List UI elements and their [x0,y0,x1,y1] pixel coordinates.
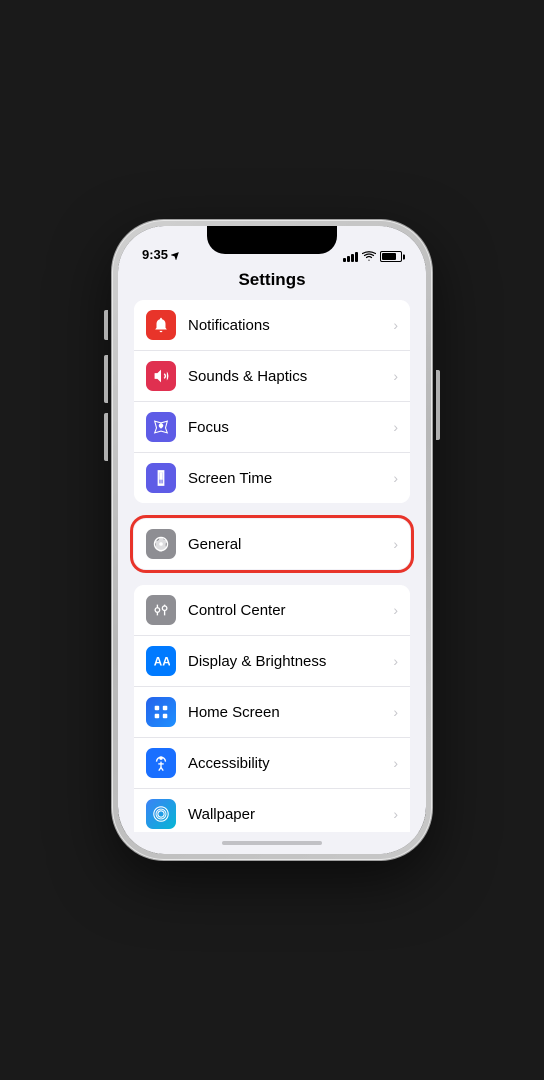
phone-frame: 9:35 [112,220,432,860]
settings-item-accessibility[interactable]: Accessibility › [134,738,410,789]
settings-group-3: Control Center › AA Display & Brightness… [134,585,410,832]
wifi-icon [362,251,376,262]
sounds-icon [146,361,176,391]
focus-label: Focus [188,419,393,436]
settings-item-focus[interactable]: Focus › [134,402,410,453]
settings-item-wallpaper[interactable]: Wallpaper › [134,789,410,832]
power-button[interactable] [436,370,440,440]
status-icons [343,251,402,262]
volume-down-button[interactable] [104,413,108,461]
notifications-label: Notifications [188,317,393,334]
accessibility-icon [146,748,176,778]
control-center-icon [146,595,176,625]
status-time: 9:35 [142,247,168,262]
screen-time-chevron-icon: › [393,470,398,486]
notch [207,226,337,254]
home-bar [222,841,322,845]
page-title: Settings [118,266,426,300]
general-label: General [188,536,393,553]
home-screen-chevron-icon: › [393,704,398,720]
phone-screen: 9:35 [118,226,426,854]
display-brightness-icon: AA [146,646,176,676]
settings-group-1: Notifications › Sounds & Haptics › [134,300,410,503]
settings-item-sounds[interactable]: Sounds & Haptics › [134,351,410,402]
wallpaper-chevron-icon: › [393,806,398,822]
notifications-chevron-icon: › [393,317,398,333]
control-center-label: Control Center [188,602,393,619]
display-label: Display & Brightness [188,653,393,670]
home-screen-icon [146,697,176,727]
general-icon [146,529,176,559]
notifications-icon [146,310,176,340]
display-chevron-icon: › [393,653,398,669]
focus-icon [146,412,176,442]
settings-item-general[interactable]: General › [134,519,410,569]
home-indicator [118,832,426,854]
screen-time-icon [146,463,176,493]
settings-item-control-center[interactable]: Control Center › [134,585,410,636]
control-center-chevron-icon: › [393,602,398,618]
volume-up-button[interactable] [104,355,108,403]
settings-item-display[interactable]: AA Display & Brightness › [134,636,410,687]
accessibility-chevron-icon: › [393,755,398,771]
sounds-label: Sounds & Haptics [188,368,393,385]
location-arrow-icon [171,250,181,260]
svg-text:AA: AA [154,656,170,669]
sounds-chevron-icon: › [393,368,398,384]
settings-item-notifications[interactable]: Notifications › [134,300,410,351]
general-chevron-icon: › [393,536,398,552]
mute-button[interactable] [104,310,108,340]
settings-group-general: General › [134,519,410,569]
battery-status-icon [380,251,402,262]
settings-list[interactable]: Notifications › Sounds & Haptics › [118,300,426,832]
focus-chevron-icon: › [393,419,398,435]
wallpaper-icon [146,799,176,829]
screen-content: 9:35 [118,226,426,854]
accessibility-label: Accessibility [188,755,393,772]
signal-bars-icon [343,252,358,262]
settings-item-home-screen[interactable]: Home Screen › [134,687,410,738]
wallpaper-label: Wallpaper [188,806,393,823]
home-screen-label: Home Screen [188,704,393,721]
screen-time-label: Screen Time [188,470,393,487]
settings-item-screen-time[interactable]: Screen Time › [134,453,410,503]
